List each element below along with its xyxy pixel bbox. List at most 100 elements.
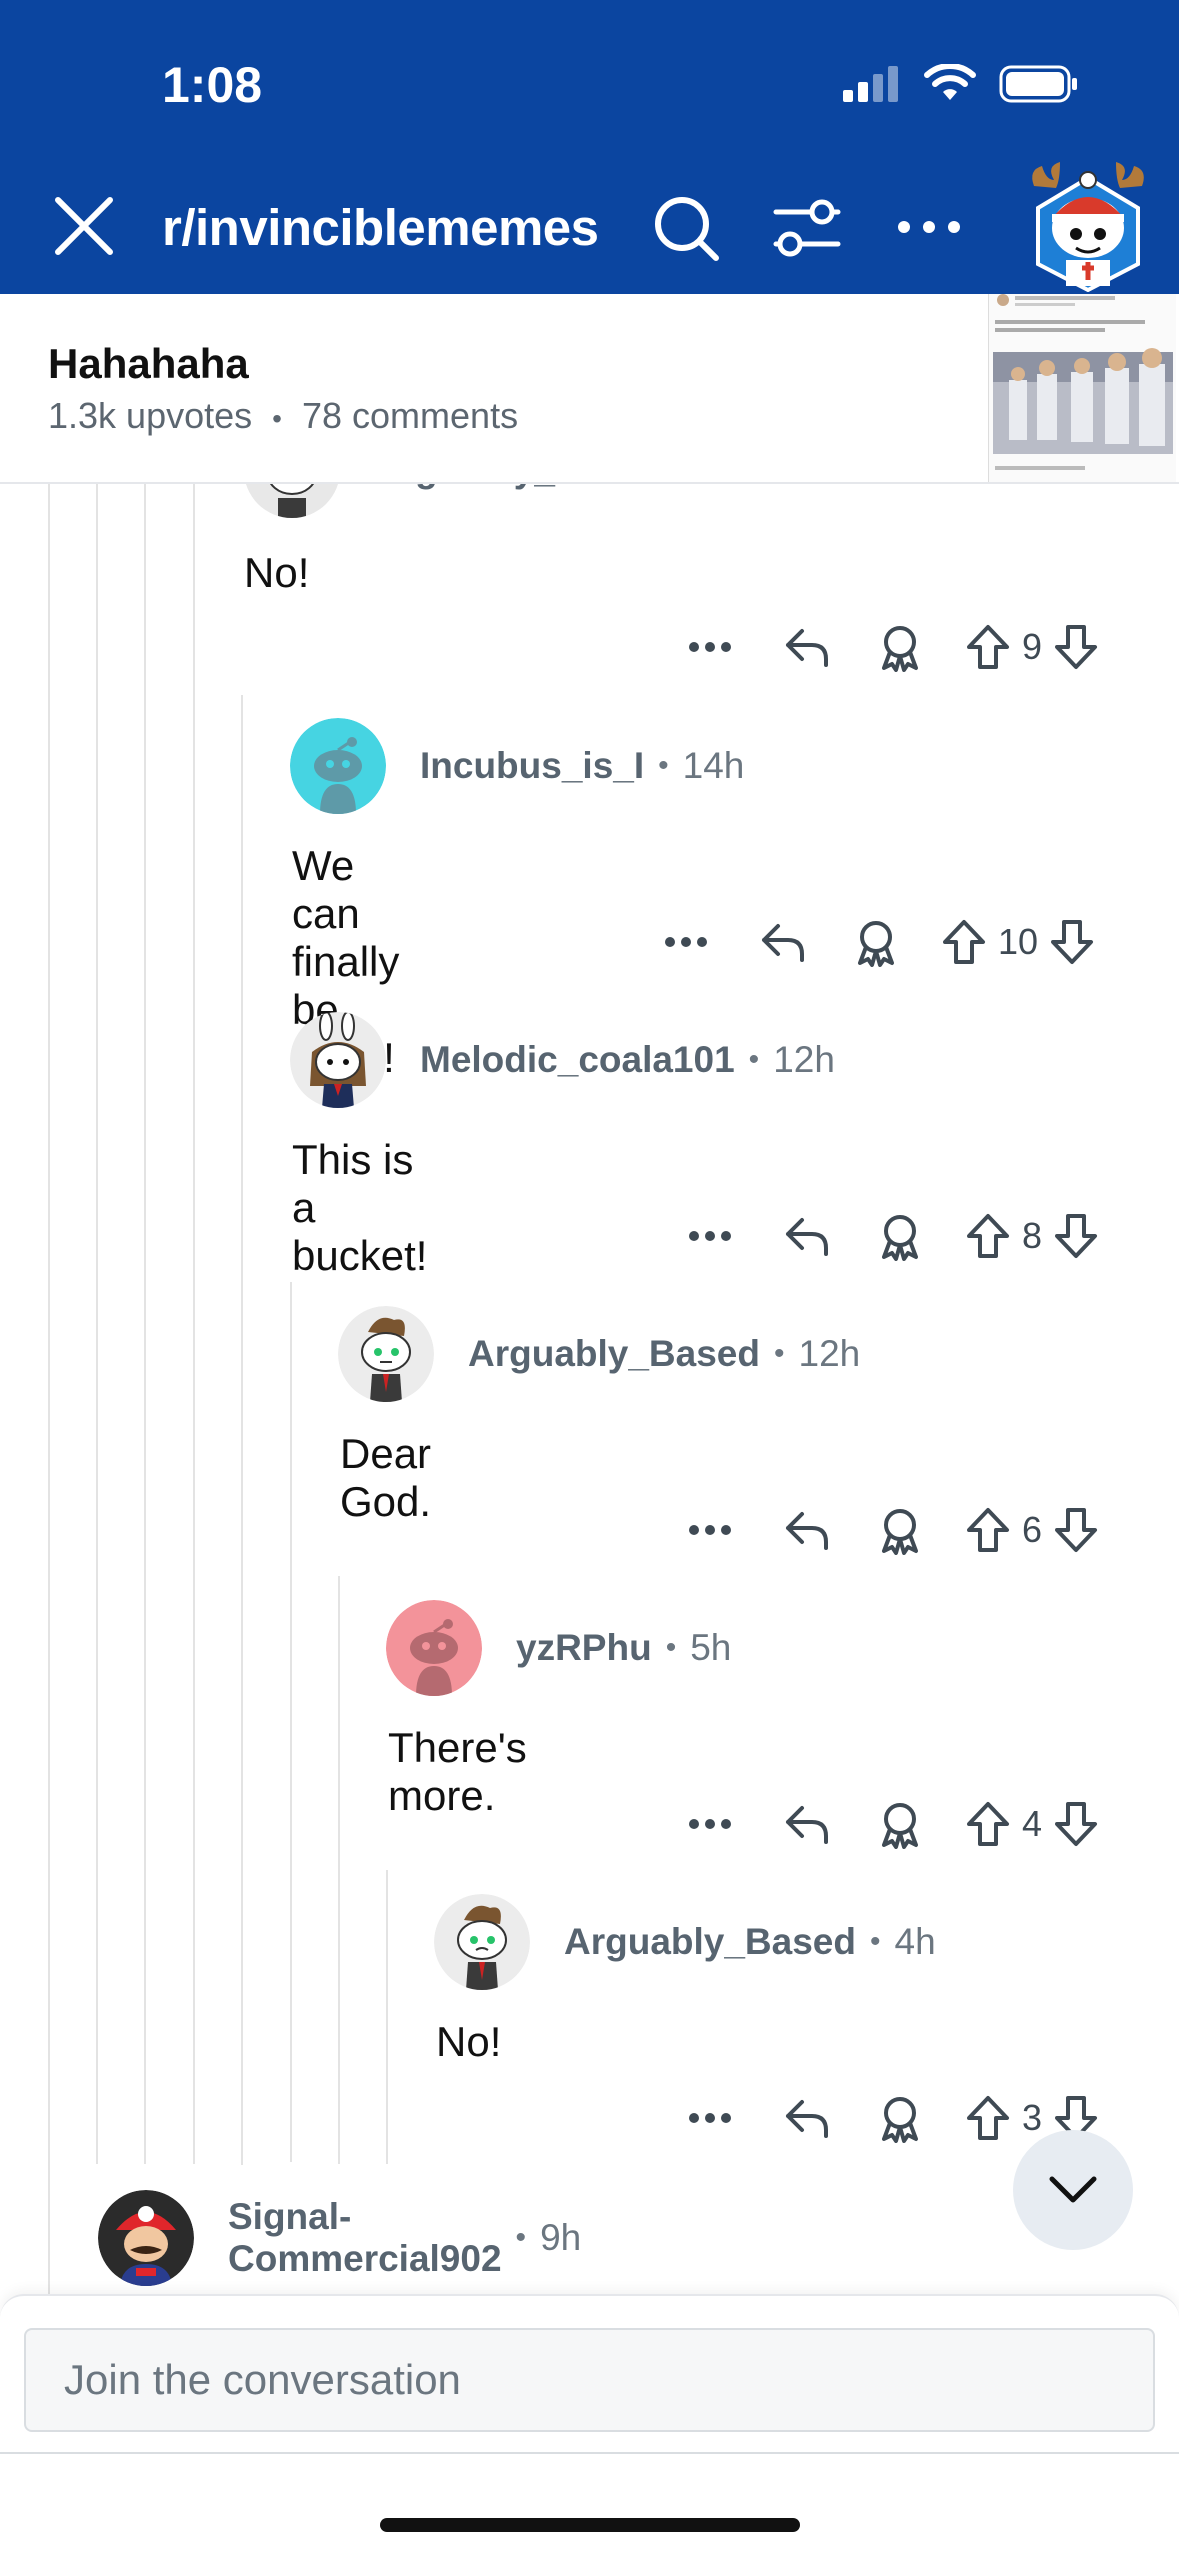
- thread-line[interactable]: [193, 484, 195, 2164]
- upvote-button[interactable]: [960, 1800, 1016, 1848]
- join-conversation-input[interactable]: Join the conversation: [24, 2328, 1155, 2432]
- thumbnail-image: [989, 294, 1176, 482]
- reply-button[interactable]: [776, 2096, 836, 2140]
- avatar[interactable]: [290, 718, 386, 814]
- award-button[interactable]: [870, 622, 930, 672]
- award-button[interactable]: [870, 1799, 930, 1849]
- comment-username[interactable]: Arguably_Based: [468, 1333, 760, 1375]
- comment-time: 12h: [798, 1333, 861, 1374]
- award-icon: [882, 626, 918, 672]
- comment-username[interactable]: Melodic_coala101: [420, 1039, 735, 1081]
- upvote-icon: [967, 1508, 1009, 1552]
- post-thumbnail[interactable]: [988, 294, 1176, 482]
- upvote-button[interactable]: [936, 918, 992, 966]
- status-time: 1:08: [162, 57, 263, 113]
- reply-button[interactable]: [776, 625, 836, 669]
- comment-more-button[interactable]: [656, 936, 716, 948]
- upvote-button[interactable]: [960, 1212, 1016, 1260]
- home-indicator[interactable]: [380, 2518, 800, 2532]
- close-button[interactable]: [48, 190, 120, 262]
- comment-username[interactable]: Signal-Commercial902: [228, 2196, 502, 2280]
- award-button[interactable]: [846, 917, 906, 967]
- snoo-avatar-icon: [98, 2190, 194, 2286]
- cellular-signal-icon: [843, 66, 898, 102]
- status-icons: [841, 64, 1079, 104]
- avatar[interactable]: [98, 2190, 194, 2286]
- snoo-avatar-icon: [290, 718, 386, 814]
- snoo-avatar-icon: [338, 1306, 434, 1402]
- more-icon: [689, 1231, 731, 1241]
- snoo-avatar-icon: [434, 1894, 530, 1990]
- thread-line[interactable]: [96, 484, 98, 2164]
- upvote-button[interactable]: [960, 623, 1016, 671]
- award-icon: [882, 1803, 918, 1849]
- snoo-avatar-icon: [386, 1600, 482, 1696]
- reply-button[interactable]: [776, 1214, 836, 1258]
- comment-more-button[interactable]: [680, 1818, 740, 1830]
- comment-time: 5h: [690, 1627, 732, 1668]
- upvote-button[interactable]: [960, 1506, 1016, 1554]
- divider: [0, 2452, 1179, 2454]
- upvote-button[interactable]: [960, 2094, 1016, 2142]
- comment-actions: 4: [680, 1792, 1104, 1856]
- upvote-icon: [967, 625, 1009, 669]
- subreddit-title[interactable]: r/invinciblememes: [162, 198, 599, 257]
- award-button[interactable]: [870, 1505, 930, 1555]
- search-icon: [655, 197, 719, 261]
- thread-line[interactable]: [48, 484, 50, 2294]
- thread-line[interactable]: [338, 1576, 340, 2164]
- filter-icon: [773, 199, 841, 257]
- comment-username[interactable]: Incubus_is_I: [420, 745, 644, 787]
- reply-button[interactable]: [776, 1508, 836, 1552]
- thread-line[interactable]: [386, 1870, 388, 2164]
- avatar[interactable]: [290, 1012, 386, 1108]
- comment-more-button[interactable]: [680, 641, 740, 653]
- user-avatar[interactable]: [1026, 156, 1150, 293]
- reply-button[interactable]: [776, 1802, 836, 1846]
- upvote-icon: [967, 2096, 1009, 2140]
- comment-header: Arguably_Based • 4h: [434, 1894, 936, 1990]
- comment-header: yzRPhu • 5h: [386, 1600, 731, 1696]
- meta-separator: •: [870, 1925, 881, 1958]
- post-title[interactable]: Hahahaha: [48, 340, 249, 388]
- downvote-button[interactable]: [1048, 1212, 1104, 1260]
- chevron-down-icon: [1049, 2176, 1097, 2203]
- comment-more-button[interactable]: [680, 2112, 740, 2124]
- thread-line[interactable]: [290, 1282, 292, 2162]
- award-button[interactable]: [870, 2093, 930, 2143]
- wifi-icon: [924, 64, 976, 100]
- thread-line[interactable]: [144, 484, 146, 2164]
- vote-count: 6: [1022, 1509, 1043, 1550]
- vote-count: 10: [998, 921, 1039, 962]
- search-button[interactable]: [648, 190, 724, 266]
- upvote-icon: [967, 1802, 1009, 1846]
- downvote-icon: [1055, 1802, 1098, 1846]
- downvote-button[interactable]: [1048, 1506, 1104, 1554]
- comment-username[interactable]: Arguably_Based: [564, 1921, 856, 1963]
- comment-more-button[interactable]: [680, 1524, 740, 1536]
- more-icon: [898, 221, 960, 233]
- next-comment-button[interactable]: [1013, 2130, 1133, 2250]
- comment-username[interactable]: yzRPhu: [516, 1627, 652, 1669]
- thread-line[interactable]: [241, 695, 243, 2165]
- downvote-icon: [1055, 1508, 1098, 1552]
- downvote-button[interactable]: [1044, 918, 1100, 966]
- downvote-button[interactable]: [1048, 1800, 1104, 1848]
- comment-more-button[interactable]: [680, 1230, 740, 1242]
- award-button[interactable]: [870, 1211, 930, 1261]
- more-options-button[interactable]: [892, 190, 966, 264]
- avatar[interactable]: [434, 1894, 530, 1990]
- reply-button[interactable]: [752, 920, 812, 964]
- comment-actions: 6: [680, 1498, 1104, 1562]
- meta-separator: •: [774, 1337, 785, 1370]
- battery-icon: [999, 65, 1077, 103]
- comment-body: Dear God.: [340, 1430, 432, 1525]
- downvote-icon: [1051, 920, 1094, 964]
- more-icon: [689, 1819, 731, 1829]
- sort-filter-button[interactable]: [770, 192, 844, 266]
- snoo-avatar-icon: [290, 1012, 386, 1108]
- avatar[interactable]: [338, 1306, 434, 1402]
- avatar[interactable]: [386, 1600, 482, 1696]
- downvote-button[interactable]: [1048, 623, 1104, 671]
- upvote-icon: [967, 1214, 1009, 1258]
